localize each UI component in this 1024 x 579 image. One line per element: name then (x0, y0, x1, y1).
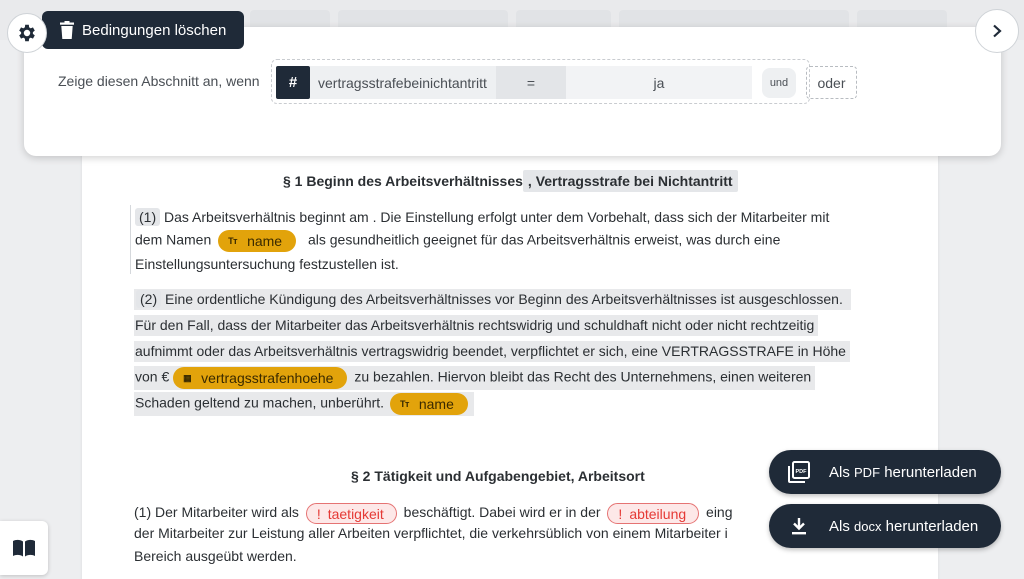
clear-conditions-button[interactable]: Bedingungen löschen (42, 11, 244, 49)
number-type-icon: ▦ (183, 372, 192, 383)
pdf-icon: PDF (769, 461, 829, 483)
paragraph-text: dem Namen (135, 231, 212, 248)
warning-icon: ! (618, 505, 623, 522)
download-pdf-button[interactable]: PDF Als PDF herunterladen (769, 450, 1001, 494)
settings-button[interactable] (7, 13, 47, 53)
paragraph-text: (1) Der Mitarbeiter wird als (134, 504, 299, 521)
or-button[interactable]: oder (806, 66, 857, 99)
paragraph-text: der Mitarbeiter zur Leistung aller Arbei… (134, 525, 728, 541)
paragraph-text: Das Arbeitsverhältnis beginnt am . Die E… (164, 209, 830, 225)
variable-chip-amount[interactable]: ▦ vertragsstrafenhoehe (173, 367, 348, 389)
missing-variable-chip-abteilung[interactable]: ! abteilung (607, 503, 700, 524)
download-icon (769, 517, 829, 535)
paragraph-text: von € (135, 368, 170, 385)
paragraph-text: Eine ordentliche Kündigung des Arbeitsve… (165, 291, 843, 307)
paragraph-text: Für den Fall, dass der Mitarbeiter das A… (135, 317, 815, 333)
paragraph-text: Bereich ausgeübt werden. (134, 548, 297, 564)
variable-type-badge: # (276, 66, 310, 99)
condition-label: Zeige diesen Abschnitt an, wenn (58, 73, 260, 89)
and-button[interactable]: und (762, 68, 796, 98)
condition-value-input[interactable]: ja (566, 66, 752, 99)
condition-operator-select[interactable]: = (496, 66, 566, 99)
paragraph-1-1[interactable]: (1) Das Arbeitsverhältnis beginnt am . D… (135, 208, 895, 275)
paragraph-text: als gesundheitlich geeignet für das Arbe… (307, 231, 781, 248)
section-heading: § 2 Tätigkeit und Aufgabengebiet, Arbeit… (351, 468, 645, 484)
chevron-right-icon (993, 24, 1002, 38)
text-type-icon: Tт (399, 399, 409, 409)
paragraph-number: (1) (135, 208, 161, 226)
section-heading-text: § 2 Tätigkeit und Aufgabengebiet, Arbeit… (351, 468, 645, 484)
text-type-icon: Tт (228, 236, 238, 246)
outline-button[interactable] (0, 521, 48, 575)
paragraph-marker (130, 205, 131, 274)
paragraph-number: (2) (136, 290, 162, 308)
paragraph-text: aufnimmt oder das Arbeitsverhältnis vert… (135, 343, 846, 359)
section-heading: § 1 Beginn des Arbeitsverhältnisses, Ver… (283, 170, 738, 192)
paragraph-2-1[interactable]: (1) Der Mitarbeiter wird als ! taetigkeit… (134, 503, 774, 573)
missing-variable-chip-taetigkeit[interactable]: ! taetigkeit (305, 503, 397, 524)
download-docx-label: Als docx herunterladen (829, 517, 979, 535)
paragraph-text: zu bezahlen. Hiervon bleibt das Recht de… (354, 368, 812, 385)
condition-variable-select[interactable]: vertragsstrafebeinichtantritt (310, 66, 496, 99)
gear-icon (19, 24, 35, 42)
warning-icon: ! (316, 505, 321, 522)
variable-chip-name[interactable]: Tт name (389, 393, 468, 415)
paragraph-text: Einstellungsuntersuchung festzustellen i… (135, 256, 399, 272)
section-heading-text: § 1 Beginn des Arbeitsverhältnisses (283, 173, 523, 189)
download-docx-button[interactable]: Als docx herunterladen (769, 504, 1001, 548)
paragraph-text: eing (706, 504, 733, 521)
paragraph-text: Schaden geltend zu machen, unberührt. (135, 394, 385, 411)
conditional-heading-text[interactable]: , Vertragsstrafe bei Nichtantritt (522, 170, 738, 192)
next-button[interactable] (975, 9, 1019, 53)
paragraph-text: beschäftigt. Dabei wird er in der (403, 504, 601, 521)
clear-conditions-label: Bedingungen löschen (82, 21, 227, 39)
download-pdf-label: Als PDF herunterladen (829, 463, 977, 481)
svg-text:PDF: PDF (796, 469, 808, 475)
trash-icon (60, 21, 74, 39)
paragraph-1-2[interactable]: (2) Eine ordentliche Kündigung des Arbei… (134, 289, 894, 419)
book-icon (13, 539, 35, 557)
variable-chip-name[interactable]: Tт name (218, 230, 297, 252)
